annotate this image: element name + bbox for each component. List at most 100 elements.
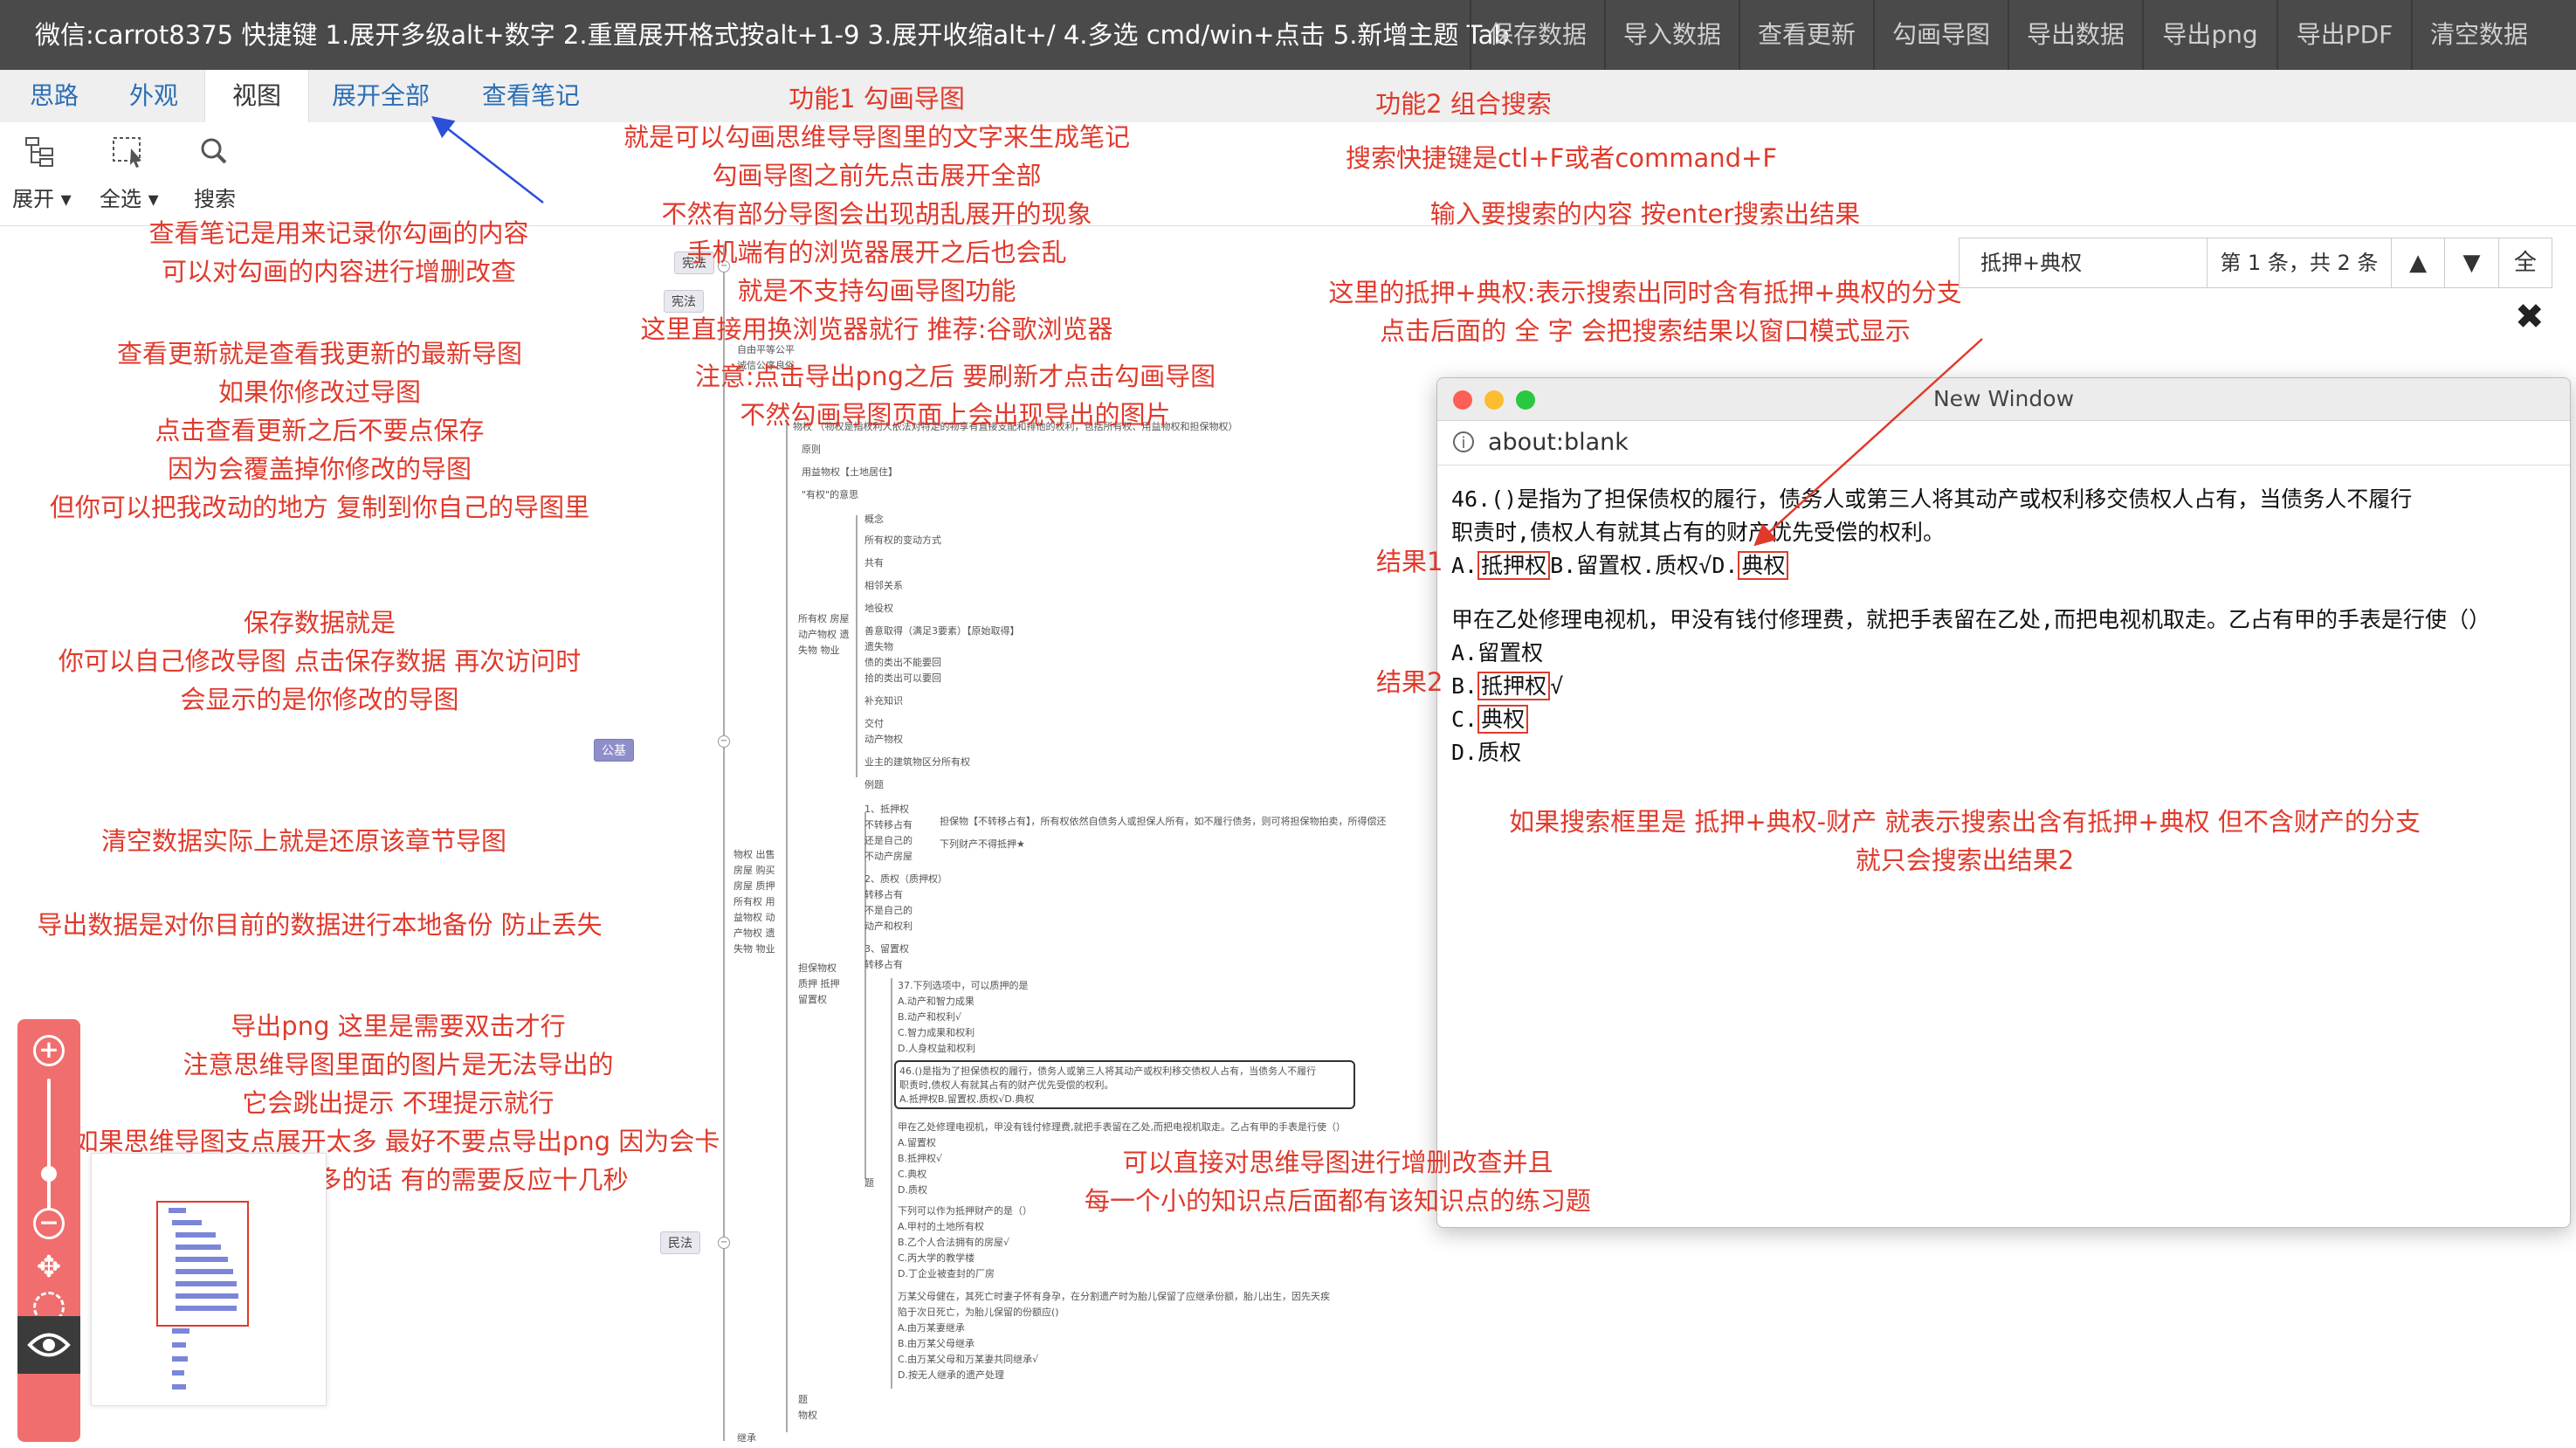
mindmap-node[interactable]: 业主的建筑物区分所有权 [864,755,970,769]
mindmap-node[interactable]: C.典权 [898,1167,926,1181]
mindmap-node[interactable]: 补充知识 [864,693,903,707]
search-all-window-button[interactable]: 全 [2499,238,2552,287]
mindmap-node[interactable]: 转移占有 [864,957,903,971]
zoom-out-icon[interactable]: − [33,1208,65,1239]
mindmap-node[interactable]: D.按无人继承的遗产处理 [898,1368,1004,1382]
mindmap-node[interactable]: B.抵押权√ [898,1151,942,1165]
zoom-slider-track[interactable] [47,1079,51,1210]
mindmap-node[interactable]: B.由万某父母继承 [898,1336,975,1350]
tab-view[interactable]: 视图 [204,70,309,123]
move-icon[interactable]: ✥ [33,1251,65,1283]
mindmap-node[interactable]: 下列财产不得抵押★ [940,837,1025,851]
mindmap-node[interactable]: 46.()是指为了担保债权的履行，债务人或第三人将其动产或权利移交债权人占有，当… [899,1064,1316,1078]
mindmap-node[interactable]: 用益物权【土地居住】 [802,465,898,479]
mindmap-node[interactable]: 担保物【不转移占有】，所有权依然自债务人或担保人所有，如不履行债务，则可将担保物… [940,814,1387,828]
mindmap-node[interactable]: 地役权 [864,601,893,615]
mindmap-node[interactable]: 继承 [737,1431,756,1445]
minimap-bar [172,1384,186,1389]
mindmap-node[interactable]: 善意取得（满足3要素）【原始取得】 [864,624,1020,638]
q2-stem: 甲在乙处修理电视机，甲没有钱付修理费，就把手表留在乙处,而把电视机取走。乙占有甲… [1451,607,2491,632]
save-data-button[interactable]: 保存数据 [1470,0,1604,70]
mindmap-node[interactable]: 还是自己的 [864,833,913,847]
mindmap-node[interactable]: B.动产和权利√ [898,1010,961,1024]
mindmap-node[interactable]: 所有权的变动方式 [864,533,941,547]
mindmap-node[interactable]: 不是自己的 [864,903,913,917]
search-tool[interactable]: 搜索 [194,134,236,212]
export-png-button[interactable]: 导出png [2142,0,2276,70]
export-pdf-button[interactable]: 导出PDF [2276,0,2411,70]
mindmap-node[interactable]: 交付 [864,716,884,730]
expand-toggle-icon[interactable]: − [718,735,730,748]
select-all-tool[interactable]: 全选 ▾ [100,134,159,212]
zoom-in-icon[interactable]: + [33,1035,65,1066]
zoom-slider-handle[interactable] [41,1166,57,1182]
mindmap-node[interactable]: C.丙大学的教学楼 [898,1251,975,1265]
export-data-button[interactable]: 导出数据 [2008,0,2142,70]
mindmap-tag[interactable]: 宪法 [664,290,704,313]
annotation: 查看更新就是查看我更新的最新导图 [116,339,523,369]
mindmap-node[interactable]: 转移占有 [864,887,903,901]
minimap[interactable] [91,1153,327,1406]
mindmap-node[interactable]: 甲在乙处修理电视机，甲没有钱付修理费,就把手表留在乙处,而把电视机取走。乙占有甲… [898,1120,1346,1134]
mindmap-node[interactable]: 动产物权 [864,732,903,746]
mindmap-node[interactable]: 共有 [864,555,884,569]
search-prev-button[interactable]: ▲ [2392,238,2446,287]
mindmap-node[interactable]: 题 [798,1392,808,1406]
minimap-bar [176,1306,237,1311]
mindmap-node[interactable]: "有权"的意思 [802,487,858,501]
mindmap-node[interactable]: A.动产和智力成果 [898,994,975,1008]
expand-label: 展开 [12,187,54,211]
mindmap-node[interactable]: 拾的类出可以要回 [864,671,941,685]
mindmap-node[interactable]: A.由万某妻继承 [898,1320,965,1334]
mindmap-node[interactable]: 相邻关系 [864,578,903,592]
tab-expand-all[interactable]: 展开全部 [332,70,430,122]
mindmap-node[interactable]: D.丁企业被查封的厂房 [898,1266,995,1280]
tab-view-notes[interactable]: 查看笔记 [482,70,580,122]
mindmap-tag[interactable]: 民法 [660,1231,700,1254]
expand-tool[interactable]: 展开 ▾ [12,134,72,212]
mindmap-node[interactable]: 原则 [802,442,821,456]
mindmap-node[interactable]: A.留置权 [898,1135,936,1149]
mindmap-node[interactable]: 物权 [798,1408,817,1422]
annotation: 搜索快捷键是ctl+F或者command+F [1345,143,1778,173]
mark-map-button[interactable]: 勾画导图 [1873,0,2008,70]
clear-data-button[interactable]: 清空数据 [2411,0,2545,70]
expand-toggle-icon[interactable]: − [718,1237,730,1249]
check-update-button[interactable]: 查看更新 [1739,0,1873,70]
mindmap-node[interactable]: 职责时,债权人有就其占有的财产优先受偿的权利。 [899,1078,1114,1092]
mindmap-node[interactable]: C.由万某父母和万某妻共同继承√ [898,1352,1038,1366]
tab-appearance[interactable]: 外观 [129,70,178,122]
mindmap-node[interactable]: 3、留置权 [864,941,909,955]
mindmap-tag-public[interactable]: 公基 [594,739,634,762]
mindmap-node[interactable]: 不转移占有 [864,817,913,831]
mindmap-node[interactable]: 题 [864,1176,874,1189]
mindmap-node[interactable]: D.质权 [898,1183,927,1196]
mindmap-node[interactable]: 遗失物 [864,639,893,653]
mindmap-node[interactable]: 所有权 房屋 动产物权 遗失物 物业 [798,611,851,658]
mindmap-node[interactable]: 1、抵押权 [864,802,909,816]
mindmap-node[interactable]: 陷于次日死亡，为胎儿保留的份额应() [898,1305,1059,1319]
mindmap-node[interactable]: 概念 [864,512,884,526]
mindmap-node[interactable]: 例题 [864,777,884,791]
mindmap-node[interactable]: 债的类出不能要回 [864,655,941,669]
mindmap-node[interactable]: B.乙个人合法拥有的房屋√ [898,1235,1009,1249]
address-bar[interactable]: i about:blank [1437,421,2570,465]
mindmap-node[interactable]: A.抵押权B.留置权.质权√D.典权 [899,1092,1034,1106]
tab-idea[interactable]: 思路 [30,70,79,122]
mindmap-node[interactable]: 担保物权 质押 抵押 留置权 [798,961,847,1008]
mindmap-node[interactable]: A.甲村的土地所有权 [898,1219,984,1233]
close-icon[interactable]: ✖ [2515,297,2545,337]
search-next-button[interactable]: ▼ [2445,238,2499,287]
import-data-button[interactable]: 导入数据 [1604,0,1739,70]
mindmap-node[interactable]: 下列可以作为抵押财产的是（） [898,1203,1032,1217]
search-input[interactable]: 抵押+典权 [1960,238,2208,287]
mindmap-node[interactable]: 动产和权利 [864,919,913,933]
mindmap-node[interactable]: C.智力成果和权利 [898,1025,975,1039]
mindmap-node[interactable]: 不动产房屋 [864,849,913,863]
mindmap-node[interactable]: 万某父母健在，其死亡时妻子怀有身孕，在分割遗产时为胎儿保留了应继承份额，胎儿出生… [898,1289,1330,1303]
mindmap-node[interactable]: 物权 出售房屋 购买房屋 质押 所有权 用益物权 动产物权 遗失物 物业 [734,847,782,957]
mindmap-node[interactable]: D.人身权益和权利 [898,1041,975,1055]
mindmap-node[interactable]: 2、质权（质押权） [864,872,947,886]
mindmap-node[interactable]: 37.下列选项中，可以质押的是 [898,978,1029,992]
eye-toggle[interactable] [17,1316,80,1374]
